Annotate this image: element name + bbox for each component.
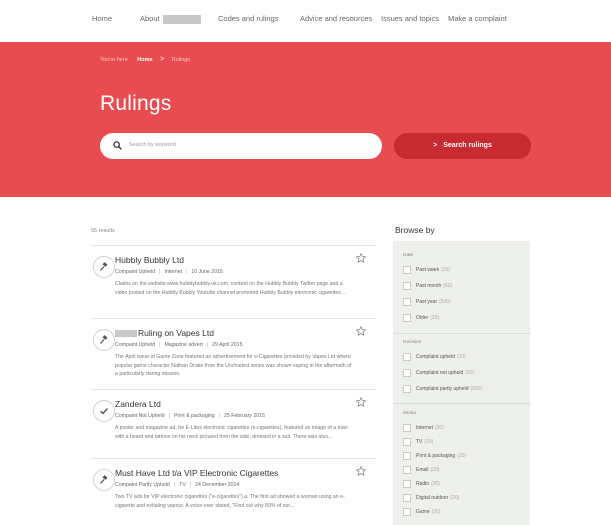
- nav-codes-and-rulings[interactable]: Codes and rulings: [218, 14, 278, 23]
- filter-heading-media: Media: [403, 411, 417, 416]
- checkbox[interactable]: [403, 480, 411, 488]
- result-meta: Compaint Partly Upheld | TV | 24 December 20…: [115, 482, 240, 488]
- result-item[interactable]: Ruling on Vapes Ltd Compaint Upheld | Maga…: [91, 318, 377, 388]
- gavel-icon: [93, 329, 115, 351]
- result-description: A poster and magazine ad, for E-Lites el…: [115, 425, 348, 440]
- redacted-block: [115, 330, 137, 338]
- result-status: Compaint Upheld: [115, 269, 156, 275]
- result-title[interactable]: Hubbly Bubbly Ltd: [115, 255, 184, 265]
- filter-label: Radio (20): [416, 481, 440, 487]
- checkbox[interactable]: [403, 369, 411, 377]
- search-input[interactable]: Search by keyword: [100, 133, 382, 159]
- divider: [393, 333, 530, 334]
- nav-issues-and-topics[interactable]: Issues and topics: [381, 14, 439, 23]
- result-status: Compaint Not Upheld: [115, 413, 165, 419]
- nav-about-label: About: [140, 14, 160, 23]
- filter-label: Past year (600): [416, 299, 451, 305]
- checkbox[interactable]: [403, 314, 411, 322]
- chevron-right-icon: >: [433, 142, 438, 149]
- result-title[interactable]: Ruling on Vapes Ltd: [115, 328, 214, 338]
- check-icon: [93, 400, 115, 422]
- filter-label: Complaint partly upheld (600): [416, 386, 483, 392]
- filter-heading-decision: Decision: [403, 340, 422, 345]
- star-icon[interactable]: [356, 466, 366, 476]
- nav-make-a-complaint[interactable]: Make a complaint: [448, 14, 507, 23]
- filter-label: Internet (20): [416, 425, 444, 431]
- result-title-text: Ruling on Vapes Ltd: [138, 328, 214, 338]
- breadcrumb-current: Rulings: [171, 57, 191, 63]
- redacted-block: [162, 14, 201, 24]
- result-media: Print & packaging: [173, 413, 215, 419]
- page-title: Rulings: [100, 92, 172, 115]
- nav-about[interactable]: About: [140, 14, 201, 24]
- filter-label: Digital outdoor (20): [416, 495, 460, 501]
- result-item[interactable]: Hubbly Bubbly Ltd Compaint Upheld | Intern…: [91, 245, 377, 317]
- filter-label: Older (20): [416, 315, 440, 321]
- result-status: Compaint Upheld: [115, 342, 156, 348]
- result-meta: Compaint Upheld | Magazine advert | 29 April…: [115, 342, 243, 348]
- result-date: 29 April 2015: [212, 342, 243, 348]
- nav-advice-and-resources[interactable]: Advice and resources: [300, 14, 372, 23]
- browse-by-heading: Browse by: [395, 225, 435, 235]
- checkbox[interactable]: [403, 438, 411, 446]
- checkbox[interactable]: [403, 466, 411, 474]
- result-date: 25 February 2015: [224, 413, 265, 419]
- result-media: Internet: [164, 269, 183, 275]
- breadcrumb: You're here Home > Rulings: [100, 56, 190, 63]
- result-media: Magazine advert: [164, 342, 203, 348]
- result-meta: Compaint Upheld | Internet | 10 June 2015: [115, 269, 223, 275]
- checkbox[interactable]: [403, 353, 411, 361]
- gavel-icon: [93, 469, 115, 491]
- gavel-icon: [93, 256, 115, 278]
- filter-label: TV (20): [416, 439, 434, 445]
- result-description: The April issue of Game Zone featured an…: [115, 354, 352, 377]
- result-item[interactable]: Must Have Ltd t/a VIP Electronic Cigaret…: [91, 458, 377, 525]
- breadcrumb-prefix: You're here: [100, 57, 128, 63]
- checkbox[interactable]: [403, 282, 411, 290]
- checkbox[interactable]: [403, 298, 411, 306]
- filter-label: Past month (60): [416, 283, 453, 289]
- star-icon[interactable]: [356, 253, 366, 263]
- checkbox[interactable]: [403, 424, 411, 432]
- search-placeholder: Search by keyword: [129, 142, 176, 148]
- filter-label: Complaint not upheld (60): [416, 370, 475, 376]
- browse-filter-panel: Date Past week (20) Past month (60) Past y…: [393, 241, 530, 525]
- filter-heading-date: Date: [403, 253, 414, 258]
- result-title[interactable]: Zandera Ltd: [115, 399, 161, 409]
- search-button-label: Search rulings: [443, 142, 492, 149]
- filter-label: Game (20): [416, 509, 441, 515]
- result-status: Compaint Partly Upheld: [115, 482, 170, 488]
- checkbox[interactable]: [403, 266, 411, 274]
- result-item[interactable]: Zandera Ltd Compaint Not Upheld | Print & …: [91, 389, 377, 457]
- result-date: 10 June 2015: [191, 269, 223, 275]
- result-date: 24 December 2014: [195, 482, 240, 488]
- checkbox[interactable]: [403, 508, 411, 516]
- top-nav: Home About Codes and rulings Advice and …: [0, 0, 611, 42]
- divider: [393, 403, 530, 404]
- result-media: TV: [179, 482, 186, 488]
- checkbox[interactable]: [403, 452, 411, 460]
- hero-banner: You're here Home > Rulings Rulings Searc…: [0, 42, 611, 197]
- nav-home[interactable]: Home: [92, 14, 112, 23]
- checkbox[interactable]: [403, 494, 411, 502]
- breadcrumb-home-link[interactable]: Home: [137, 57, 152, 63]
- star-icon[interactable]: [356, 397, 366, 407]
- results-count: 55 results: [91, 228, 115, 234]
- search-icon: [113, 141, 122, 150]
- filter-label: Print & packaging (20): [416, 453, 467, 459]
- result-description: Claims on the website www.hubblybubbly.u…: [115, 281, 346, 296]
- result-meta: Compaint Not Upheld | Print & packaging | 25…: [115, 413, 265, 419]
- filter-label: Past week (20): [416, 267, 450, 273]
- result-title[interactable]: Must Have Ltd t/a VIP Electronic Cigaret…: [115, 468, 278, 478]
- result-description: Two TV ads for VIP electronic cigarettes…: [115, 494, 345, 509]
- checkbox[interactable]: [403, 385, 411, 393]
- filter-label: Email (20): [416, 467, 440, 473]
- filter-label: Complaint upheld (20): [416, 354, 466, 360]
- star-icon[interactable]: [356, 326, 366, 336]
- breadcrumb-separator: >: [160, 56, 165, 63]
- search-rulings-button[interactable]: > Search rulings: [394, 133, 531, 159]
